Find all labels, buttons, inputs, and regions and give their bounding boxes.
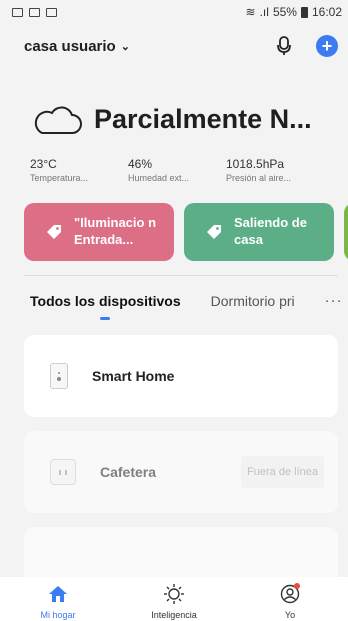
- add-device-button[interactable]: +: [316, 35, 338, 57]
- scene-card-partial[interactable]: [344, 203, 348, 261]
- status-notifications: [12, 7, 57, 17]
- scene-list: "Iluminacio n Entrada... Saliendo de cas…: [0, 183, 348, 261]
- humidity-label: Humedad ext...: [128, 173, 190, 183]
- signal-icon: .ıl: [259, 5, 269, 19]
- profile-icon: [279, 583, 301, 605]
- clock: 16:02: [311, 5, 342, 19]
- home-name: casa usuario: [24, 37, 116, 55]
- temperature-label: Temperatura...: [30, 173, 89, 183]
- outlet-icon: [50, 459, 76, 485]
- microphone-icon[interactable]: [274, 36, 294, 56]
- gallery-notification-icon: [12, 7, 23, 17]
- device-name: Cafetera: [100, 464, 157, 480]
- home-icon: [47, 583, 69, 605]
- nav-inteligencia[interactable]: Inteligencia: [129, 583, 219, 620]
- weather-stats: 23°C Temperatura... 46% Humedad ext... 1…: [30, 157, 324, 183]
- app-header: casa usuario ⌄ +: [0, 24, 348, 68]
- tag-icon: [47, 225, 61, 239]
- nav-yo[interactable]: Yo: [245, 583, 335, 620]
- battery-percent: 55%: [272, 5, 297, 19]
- temperature-stat: 23°C Temperatura...: [30, 157, 128, 183]
- weather-panel[interactable]: Parcialmente N... 23°C Temperatura... 46…: [0, 68, 348, 183]
- device-card-smart-home[interactable]: Smart Home: [24, 335, 338, 417]
- device-list: Smart Home Cafetera Fuera de línea: [0, 309, 348, 609]
- notification-dot: [294, 583, 300, 589]
- chevron-down-icon: ⌄: [120, 40, 130, 53]
- scene-card-iluminacion[interactable]: "Iluminacio n Entrada...: [24, 203, 174, 261]
- scene-card-saliendo[interactable]: Saliendo de casa: [184, 203, 334, 261]
- sun-icon: [163, 583, 185, 605]
- room-tabs: Todos los dispositivos Dormitorio pri ··…: [0, 276, 348, 309]
- wifi-icon: ≋: [245, 5, 256, 19]
- battery-icon: [300, 6, 308, 18]
- humidity-value: 46%: [128, 157, 153, 171]
- home-selector[interactable]: casa usuario ⌄: [24, 38, 130, 55]
- status-system: ≋ .ıl 55% 16:02: [246, 5, 342, 19]
- more-icon[interactable]: ···: [325, 292, 343, 309]
- nav-mi-hogar[interactable]: Mi hogar: [13, 583, 103, 620]
- tag-icon: [207, 225, 221, 239]
- temperature-value: 23°C: [30, 157, 57, 171]
- tab-dormitorio[interactable]: Dormitorio pri: [211, 293, 295, 309]
- file-notification-icon: [46, 7, 57, 17]
- tab-all-devices[interactable]: Todos los dispositivos: [30, 293, 181, 309]
- pressure-value: 1018.5hPa: [226, 157, 285, 171]
- pressure-stat: 1018.5hPa Presión al aire...: [226, 157, 324, 183]
- device-card-cafetera[interactable]: Cafetera Fuera de línea: [24, 431, 338, 513]
- nav-label: Yo: [284, 610, 296, 620]
- nav-label: Inteligencia: [151, 610, 197, 620]
- pressure-label: Presión al aire...: [226, 173, 292, 183]
- smart-plug-icon: [50, 363, 68, 389]
- plus-icon: +: [321, 36, 333, 56]
- app-notification-icon: [29, 7, 40, 17]
- scene-label: "Iluminacio n Entrada...: [74, 215, 157, 247]
- status-bar: ≋ .ıl 55% 16:02: [0, 0, 348, 24]
- weather-status: Parcialmente N...: [94, 104, 312, 134]
- nav-label: Mi hogar: [40, 610, 76, 620]
- humidity-stat: 46% Humedad ext...: [128, 157, 226, 183]
- bottom-nav: Mi hogar Inteligencia Yo: [0, 577, 348, 621]
- device-name: Smart Home: [92, 368, 175, 384]
- scene-label: Saliendo de casa: [234, 215, 307, 247]
- offline-badge: Fuera de línea: [241, 456, 324, 488]
- cloud-icon: [34, 106, 82, 134]
